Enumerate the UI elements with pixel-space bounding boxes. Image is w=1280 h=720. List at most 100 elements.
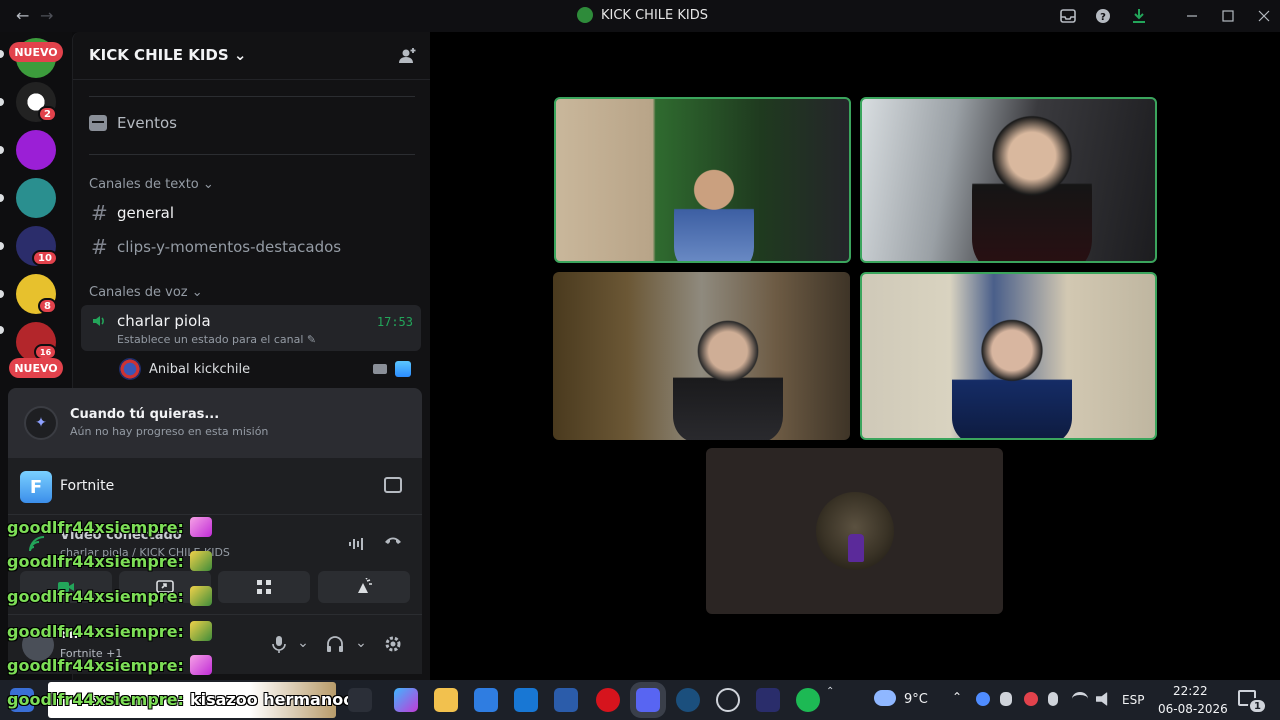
video-tile-3[interactable]	[553, 272, 850, 440]
obs-icon[interactable]	[716, 688, 740, 712]
avatar-figure	[848, 534, 864, 562]
camera-icon	[373, 364, 387, 374]
headphones-icon[interactable]	[326, 635, 344, 653]
steam-icon[interactable]	[676, 688, 700, 712]
voice-channel-charlar-piola[interactable]: charlar piola 17:53 Establece un estado …	[81, 305, 421, 351]
tray-app-icon[interactable]	[1024, 692, 1038, 706]
clock-date[interactable]: 06-08-2026	[1158, 702, 1228, 716]
emote-icon	[189, 517, 212, 537]
fortnite-icon	[395, 361, 411, 377]
game-activity[interactable]: F Fortnite	[8, 458, 422, 514]
task-view-icon[interactable]	[348, 688, 372, 712]
store-icon[interactable]	[474, 688, 498, 712]
quest-icon: ✦	[24, 406, 58, 440]
chat-overlay-line: goodlfr44xsiempre:	[7, 551, 212, 571]
minimize-icon[interactable]	[1181, 6, 1203, 26]
chat-username: goodlfr44xsiempre:	[7, 517, 184, 537]
chat-message: kisazoo hermanoo	[189, 690, 355, 709]
video-tile-5[interactable]	[706, 448, 1003, 614]
tray-app-icon[interactable]	[976, 692, 990, 706]
window-title-text: KICK CHILE KIDS	[601, 7, 708, 23]
events-label: Eventos	[117, 114, 177, 132]
settings-gear-icon[interactable]	[384, 635, 402, 653]
server-header[interactable]: KICK CHILE KIDS ⌄	[73, 32, 431, 80]
chevron-down-icon[interactable]: ⌄	[294, 635, 312, 653]
title-bar: ← → KICK CHILE KIDS ?	[0, 0, 1280, 32]
word-icon[interactable]	[554, 688, 578, 712]
text-category[interactable]: Canales de texto ⌄	[89, 177, 214, 192]
chat-overlay-line: goodlfr44xsiempre:	[7, 655, 212, 675]
microphone-icon[interactable]	[270, 635, 288, 653]
activities-button[interactable]	[218, 571, 310, 603]
help-icon[interactable]: ?	[1092, 6, 1114, 26]
chevron-down-icon: ⌄	[233, 46, 247, 64]
video-tile-2[interactable]	[860, 97, 1157, 263]
mention-badge: 2	[38, 106, 57, 122]
weather-temp[interactable]: 9°C	[904, 692, 928, 707]
voice-channel-label: charlar piola	[117, 312, 211, 330]
server-icon	[577, 7, 593, 23]
weather-icon[interactable]	[874, 690, 896, 706]
noise-suppression-icon[interactable]	[348, 537, 366, 551]
participant-figure	[972, 111, 1092, 261]
quest-subtitle: Aún no hay progreso en esta misión	[70, 425, 269, 438]
svg-text:?: ?	[1100, 12, 1106, 23]
opera-icon[interactable]	[596, 688, 620, 712]
chevron-down-icon[interactable]: ⌄	[352, 635, 370, 653]
outlook-icon[interactable]	[514, 688, 538, 712]
volume-icon[interactable]	[1096, 692, 1108, 706]
video-tile-1[interactable]	[554, 97, 851, 263]
speaker-icon	[91, 313, 107, 329]
soundboard-button[interactable]	[318, 571, 410, 603]
channel-clips[interactable]: # clips-y-momentos-destacados	[81, 231, 421, 263]
mention-badge: 8	[38, 298, 57, 314]
quest-panel[interactable]: ✦ Cuando tú quieras... Aún no hay progre…	[8, 388, 422, 458]
voice-member[interactable]: Anibal kickchile	[119, 358, 419, 380]
channel-general[interactable]: # general	[81, 197, 421, 229]
divider	[89, 154, 415, 155]
app-icon[interactable]	[756, 688, 780, 712]
usb-icon[interactable]	[1048, 692, 1058, 706]
back-icon[interactable]: ←	[16, 6, 29, 25]
download-icon[interactable]	[1128, 6, 1150, 26]
file-explorer-icon[interactable]	[434, 688, 458, 712]
disconnect-icon[interactable]	[384, 535, 402, 551]
discord-icon[interactable]	[636, 688, 660, 712]
clock-time[interactable]: 22:22	[1173, 684, 1208, 698]
voice-channel-status[interactable]: Establece un estado para el canal ✎	[117, 333, 316, 346]
add-member-icon[interactable]	[397, 46, 417, 66]
voice-category[interactable]: Canales de voz ⌄	[89, 285, 203, 300]
video-stage	[430, 32, 1280, 688]
screen-share-icon[interactable]	[384, 477, 402, 493]
language-indicator[interactable]: ESP	[1122, 693, 1144, 707]
chat-overlay-line: goodlfr44xsiempre:	[7, 621, 212, 641]
overflow-chevron-icon[interactable]: ⌃	[826, 686, 834, 697]
close-icon[interactable]	[1253, 6, 1275, 26]
forward-icon[interactable]: →	[40, 6, 53, 25]
server-icon-3[interactable]	[16, 130, 56, 170]
unread-pill	[0, 98, 4, 106]
voice-channel-timer: 17:53	[376, 315, 413, 329]
participant-figure	[673, 312, 783, 440]
wifi-icon[interactable]	[1072, 692, 1088, 706]
discord-window: ← → KICK CHILE KIDS ? NUEVO 2 10 8 16 NU…	[0, 0, 1280, 720]
chat-username: goodlfr44xsiempre:	[7, 690, 184, 709]
chat-overlay-line: goodlfr44xsiempre:	[7, 517, 212, 537]
participant-figure	[674, 159, 754, 261]
maximize-icon[interactable]	[1217, 6, 1239, 26]
video-tile-4[interactable]	[860, 272, 1157, 440]
tray-chevron-icon[interactable]: ⌃	[952, 690, 962, 704]
inbox-icon[interactable]	[1057, 6, 1079, 26]
copilot-icon[interactable]	[394, 688, 418, 712]
events-row[interactable]: Eventos	[89, 114, 177, 132]
channel-label: clips-y-momentos-destacados	[117, 238, 342, 256]
server-icon-4[interactable]	[16, 178, 56, 218]
new-badge-bottom: NUEVO	[9, 358, 63, 378]
tray-app-icon[interactable]	[1000, 692, 1012, 706]
spotify-icon[interactable]	[796, 688, 820, 712]
hash-icon: #	[91, 235, 108, 259]
emote-icon	[189, 655, 212, 675]
window-title: KICK CHILE KIDS	[577, 7, 708, 23]
unread-pill	[0, 50, 4, 58]
unread-pill	[0, 194, 4, 202]
